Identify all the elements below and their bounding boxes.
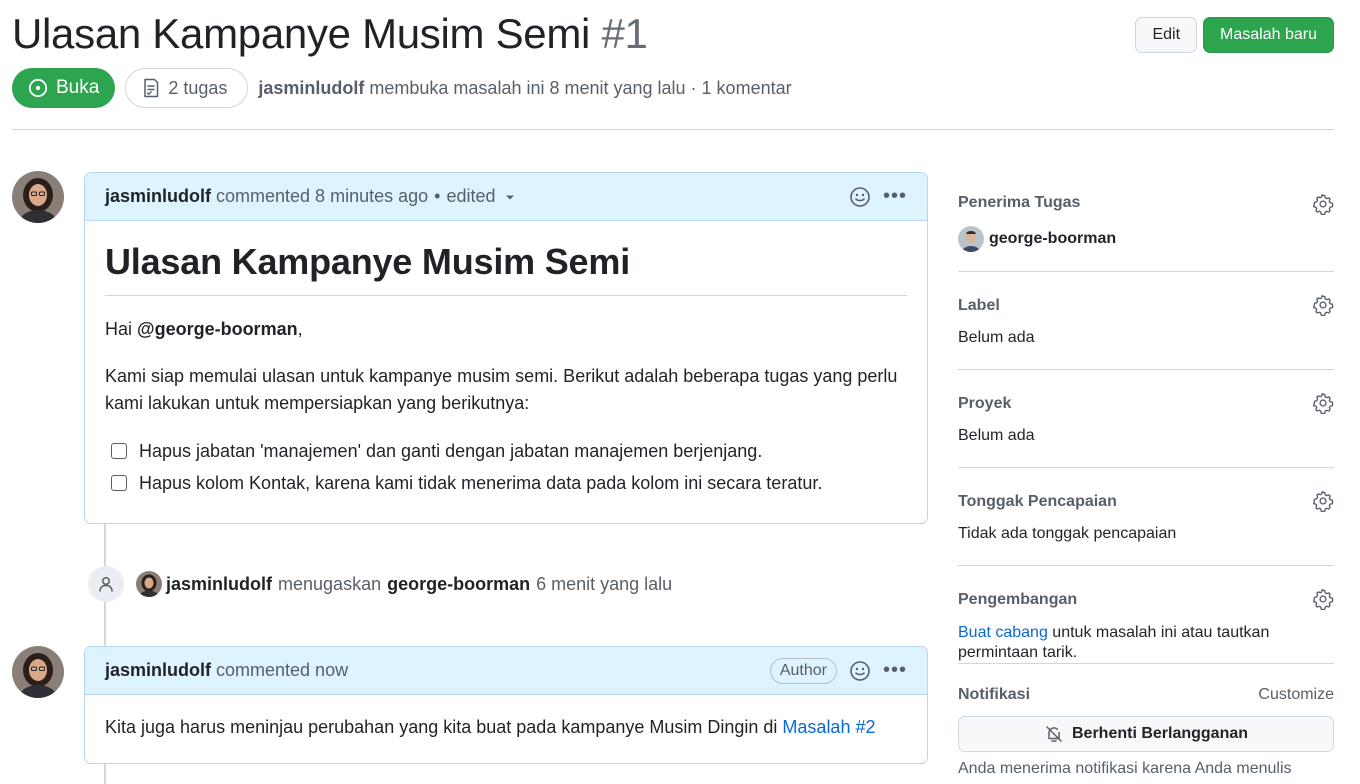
task-text: Hapus kolom Kontak, karena kami tidak me…: [139, 473, 823, 493]
greeting-suffix: ,: [297, 319, 303, 339]
issue-reference-link[interactable]: Masalah #2: [782, 717, 875, 737]
separator-dot: •: [434, 186, 441, 206]
comment-timestamp[interactable]: commented 8 minutes ago: [216, 186, 428, 207]
smiley-icon[interactable]: [849, 660, 871, 682]
issue-open-icon: [28, 78, 48, 98]
sidebar-projects: Proyek Belum ada: [958, 370, 1334, 468]
comment-paragraph: Kami siap memulai ulasan untuk kampanye …: [105, 366, 898, 413]
sidebar-labels: Label Belum ada: [958, 272, 1334, 370]
milestone-title: Tonggak Pencapaian: [958, 493, 1117, 510]
comment-actions: •••: [849, 185, 907, 208]
projects-title: Proyek: [958, 395, 1012, 412]
event-actor-link[interactable]: jasminludolf: [166, 574, 272, 595]
comment-text: Kita juga harus meninjau perubahan yang …: [105, 717, 783, 737]
kebab-menu-icon[interactable]: •••: [883, 185, 907, 208]
issue-sidebar: Penerima Tugas george-boorman Label Belu…: [958, 190, 1334, 778]
comment-heading: Ulasan Kampanye Musim Semi: [105, 241, 907, 296]
issue-meta: Buka 2 tugas jasminludolf membuka masala…: [12, 68, 792, 108]
comment-actions: Author •••: [769, 657, 907, 684]
unsubscribe-button[interactable]: Berhenti Berlangganan: [958, 716, 1334, 752]
opened-by-text: jasminludolf membuka masalah ini 8 menit…: [258, 78, 791, 99]
timeline-event-assigned: jasminludolf menugaskan george-boorman 6…: [88, 566, 672, 602]
assignees-title: Penerima Tugas: [958, 194, 1081, 211]
edited-label[interactable]: edited: [446, 186, 495, 207]
event-action: menugaskan: [278, 573, 382, 594]
avatar[interactable]: [12, 646, 64, 698]
labels-value: Belum ada: [958, 329, 1035, 346]
person-icon: [99, 576, 113, 592]
state-badge: Buka: [12, 68, 116, 108]
projects-value: Belum ada: [958, 427, 1035, 444]
comment-header: jasminludolf commented 8 minutes ago • e…: [85, 173, 927, 221]
author-badge: Author: [769, 657, 837, 684]
unsubscribe-label: Berhenti Berlangganan: [1071, 725, 1249, 742]
sidebar-development: Pengembangan Buat cabang untuk masalah i…: [958, 566, 1334, 664]
development-text-1: untuk masalah ini atau tautkan: [1047, 624, 1270, 641]
event-avatar[interactable]: [136, 571, 162, 597]
labels-title: Label: [958, 297, 1000, 314]
bell-slash-icon: [1046, 726, 1062, 742]
customize-link[interactable]: Customize: [1258, 686, 1334, 704]
issue-title-text: Ulasan Kampanye Musim Semi: [12, 10, 591, 57]
gear-icon[interactable]: [1312, 193, 1334, 215]
gear-icon[interactable]: [1312, 294, 1334, 316]
sidebar-assignees: Penerima Tugas george-boorman: [958, 190, 1334, 272]
greeting-line: Hai @george-boorman,: [105, 316, 907, 343]
comment-timestamp[interactable]: commented now: [216, 660, 348, 681]
tasks-label: 2 tugas: [168, 77, 228, 98]
opened-meta: membuka masalah ini 8 menit yang lalu · …: [369, 77, 792, 98]
comment-body: Kita juga harus meninjau perubahan yang …: [85, 695, 927, 760]
gear-icon[interactable]: [1312, 588, 1334, 610]
header-divider: [12, 129, 1334, 130]
tasks-progress[interactable]: 2 tugas: [125, 68, 249, 108]
kebab-menu-icon[interactable]: •••: [883, 659, 907, 682]
event-time[interactable]: 6 menit yang lalu: [536, 574, 672, 595]
task-item: Hapus kolom Kontak, karena kami tidak me…: [105, 471, 907, 495]
comment-author-link[interactable]: jasminludolf: [105, 186, 211, 207]
development-title: Pengembangan: [958, 591, 1078, 608]
header-actions: Edit Masalah baru: [1135, 17, 1334, 53]
user-mention[interactable]: @george-boorman: [137, 319, 298, 339]
comment-author-link[interactable]: jasminludolf: [105, 660, 211, 681]
state-label: Buka: [56, 77, 100, 98]
caret-down-icon[interactable]: [504, 191, 516, 203]
assignee-name: george-boorman: [989, 230, 1117, 247]
development-text: Buat cabang untuk masalah ini atau tautk…: [958, 623, 1334, 663]
user-photo-icon: [136, 571, 162, 597]
task-checkbox[interactable]: [111, 443, 127, 459]
create-branch-link[interactable]: Buat cabang: [958, 624, 1048, 641]
user-photo-icon: [12, 171, 64, 223]
sidebar-notifications: Notifikasi Customize Berhenti Berlanggan…: [958, 664, 1334, 778]
issue-title: Ulasan Kampanye Musim Semi #1: [12, 10, 648, 58]
task-item: Hapus jabatan 'manajemen' dan ganti deng…: [105, 439, 907, 463]
comment-header: jasminludolf commented now Author •••: [85, 647, 927, 695]
issue-number: #1: [601, 10, 648, 57]
milestone-value: Tidak ada tonggak pencapaian: [958, 525, 1177, 542]
comment-card: jasminludolf commented 8 minutes ago • e…: [84, 172, 928, 524]
event-icon-badge: [88, 566, 124, 602]
notification-note: Anda menerima notifikasi karena Anda men…: [958, 760, 1292, 777]
user-photo-icon: [12, 646, 64, 698]
greeting-prefix: Hai: [105, 319, 138, 339]
smiley-icon[interactable]: [849, 186, 871, 208]
event-target-link[interactable]: george-boorman: [387, 574, 530, 595]
comment-body: Ulasan Kampanye Musim Semi Hai @george-b…: [85, 221, 927, 495]
new-issue-button[interactable]: Masalah baru: [1203, 17, 1334, 53]
user-photo-icon: [958, 226, 984, 252]
task-text: Hapus jabatan 'manajemen' dan ganti deng…: [139, 441, 763, 461]
avatar[interactable]: [12, 171, 64, 223]
comment-card: jasminludolf commented now Author ••• Ki…: [84, 646, 928, 764]
gear-icon[interactable]: [1312, 490, 1334, 512]
task-checkbox[interactable]: [111, 475, 127, 491]
checklist-icon: [144, 78, 159, 98]
edit-button[interactable]: Edit: [1135, 17, 1198, 53]
assignee-entry[interactable]: george-boorman: [958, 226, 1334, 252]
development-text-2: permintaan tarik.: [958, 644, 1078, 661]
sidebar-milestone: Tonggak Pencapaian Tidak ada tonggak pen…: [958, 468, 1334, 566]
assignee-avatar: [958, 226, 984, 252]
issue-author-link[interactable]: jasminludolf: [258, 78, 364, 98]
gear-icon[interactable]: [1312, 392, 1334, 414]
